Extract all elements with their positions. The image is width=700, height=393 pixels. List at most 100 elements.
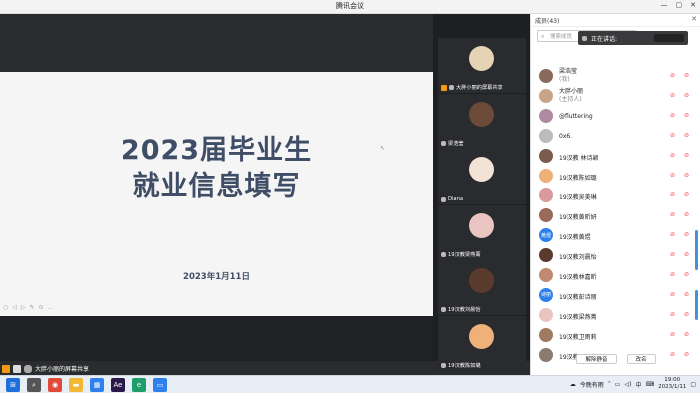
mic-off-icon[interactable]: ⊘ xyxy=(684,92,689,99)
maximize-button[interactable]: ▢ xyxy=(676,1,683,9)
video-tile[interactable]: 梁浩莹 xyxy=(438,93,526,149)
volume-icon[interactable]: ◁) xyxy=(624,381,631,388)
member-name: 梁浩莹 (我) xyxy=(559,68,577,84)
up-arrow-icon[interactable]: ˄ xyxy=(608,381,611,388)
video-tile[interactable]: Diana xyxy=(438,149,526,204)
slide-title-line1: 2023届毕业生 xyxy=(120,135,313,166)
zoom-tool-icon[interactable]: ⊙ xyxy=(39,304,44,311)
rename-button[interactable]: 改名 xyxy=(626,354,656,364)
member-name: 19汉教陈如璐 xyxy=(559,173,597,182)
share-status-bar[interactable]: 大胖小丽的屏幕共享 xyxy=(0,363,140,374)
member-row[interactable]: 19汉教刘晨怡 ⊘ ⊘ xyxy=(531,245,700,265)
mic-off-icon[interactable]: ⊘ xyxy=(684,331,689,338)
member-name: 19汉教吴美琳 xyxy=(559,192,597,201)
avatar xyxy=(469,323,494,349)
member-row[interactable]: 19汉教黄昕妍 ⊘ ⊘ xyxy=(531,205,700,225)
avatar xyxy=(539,69,553,83)
panel-scrollbar-handle[interactable] xyxy=(695,290,698,320)
member-name-text: 19汉教林嘉昕 xyxy=(559,274,597,281)
member-row[interactable]: 19汉教林嘉昕 ⊘ ⊘ xyxy=(531,265,700,285)
weather-icon: ☁ xyxy=(569,380,576,388)
next-slide-icon[interactable]: ▷ xyxy=(21,304,26,311)
member-row[interactable]: 19汉教卫雨莉 ⊘ ⊘ xyxy=(531,325,700,345)
premiere-icon[interactable]: Ae xyxy=(111,378,125,392)
member-row[interactable]: 19汉教 林诗颖 ⊘ ⊘ xyxy=(531,146,700,166)
member-name: 19汉教黄昕妍 xyxy=(559,212,597,221)
minimize-button[interactable]: — xyxy=(661,1,668,9)
mic-off-icon[interactable]: ⊘ xyxy=(684,191,689,198)
member-name: 19汉教刘晨怡 xyxy=(559,252,597,261)
slide-toolbar: ○ ◁ ▷ ✎ ⊙ … xyxy=(3,304,54,311)
mic-off-icon[interactable]: ⊘ xyxy=(684,172,689,179)
shared-slide: 2023届毕业生 就业信息填写 2023年1月11日 ○ ◁ ▷ ✎ ⊙ … ↖ xyxy=(0,72,433,316)
panel-scrollbar[interactable] xyxy=(695,230,698,270)
camera-off-icon[interactable]: ⊘ xyxy=(670,172,675,179)
video-tile[interactable]: 19汉教梁燕菁 xyxy=(438,204,526,260)
camera-off-icon[interactable]: ⊘ xyxy=(670,92,675,99)
camera-off-icon[interactable]: ⊘ xyxy=(670,311,675,318)
network-icon[interactable]: ▭ xyxy=(615,381,621,388)
mic-off-icon[interactable]: ⊘ xyxy=(684,251,689,258)
member-row[interactable]: 0x6. ⊘ ⊘ xyxy=(531,126,700,146)
camera-off-icon[interactable]: ⊘ xyxy=(670,191,675,198)
video-label: 19汉教刘晨怡 xyxy=(441,306,481,313)
avatar xyxy=(539,188,553,203)
avatar xyxy=(469,101,494,127)
explorer-icon[interactable]: ▬ xyxy=(69,378,83,392)
clock[interactable]: 19:00 2023/1/11 xyxy=(658,377,686,391)
mic-off-icon[interactable]: ⊘ xyxy=(684,132,689,139)
mic-off-icon[interactable]: ⊘ xyxy=(684,231,689,238)
notification-icon[interactable]: ▢ xyxy=(690,381,696,388)
edge-icon[interactable]: e xyxy=(132,378,146,392)
member-row[interactable]: 大胖小丽 (主持人) ⊘ ⊘ xyxy=(531,86,700,106)
close-button[interactable]: ✕ xyxy=(690,1,696,9)
unmute-button[interactable]: 解除静音 xyxy=(576,354,617,364)
camera-off-icon[interactable]: ⊘ xyxy=(670,331,675,338)
member-name-text: 19汉教吴美琳 xyxy=(559,194,597,202)
window-title: 腾讯会议 xyxy=(336,2,364,10)
camera-off-icon[interactable]: ⊘ xyxy=(670,132,675,139)
mic-off-icon[interactable]: ⊘ xyxy=(684,112,689,119)
panel-close-icon[interactable]: ✕ xyxy=(691,15,697,23)
camera-off-icon[interactable]: ⊘ xyxy=(670,152,675,159)
video-tile[interactable]: 19汉教陈如璐 xyxy=(438,315,526,371)
mic-off-icon[interactable]: ⊘ xyxy=(684,271,689,278)
store-icon[interactable]: ▦ xyxy=(90,378,104,392)
mic-off-icon[interactable]: ⊘ xyxy=(684,152,689,159)
mic-off-icon[interactable]: ⊘ xyxy=(684,311,689,318)
member-row[interactable]: @fluttering ⊘ ⊘ xyxy=(531,106,700,126)
pointer-tool-icon[interactable]: ○ xyxy=(3,304,8,311)
keyboard-icon[interactable]: ⌨ xyxy=(645,381,654,388)
mic-off-icon[interactable]: ⊘ xyxy=(684,291,689,298)
camera-off-icon[interactable]: ⊘ xyxy=(670,271,675,278)
start-icon[interactable]: ⊞ xyxy=(6,378,20,392)
avatar xyxy=(539,307,553,322)
video-tile[interactable]: 大胖小丽的屏幕共享 xyxy=(438,38,526,93)
camera-off-icon[interactable]: ⊘ xyxy=(670,251,675,258)
search-icon[interactable]: ⌕ xyxy=(27,378,41,392)
speaker-name-blur xyxy=(654,34,684,42)
mic-off-icon[interactable]: ⊘ xyxy=(684,211,689,218)
camera-off-icon[interactable]: ⊘ xyxy=(670,231,675,238)
meeting-icon[interactable]: ▭ xyxy=(153,378,167,392)
more-tools-icon[interactable]: … xyxy=(48,304,54,311)
member-row[interactable]: 19汉教吴美琳 ⊘ ⊘ xyxy=(531,185,700,205)
member-row[interactable]: 梁浩莹 (我) ⊘ ⊘ xyxy=(531,66,700,86)
ime-indicator[interactable]: 中 xyxy=(635,380,641,389)
camera-off-icon[interactable]: ⊘ xyxy=(670,291,675,298)
prev-slide-icon[interactable]: ◁ xyxy=(12,304,17,311)
weather-text[interactable]: 今晚有雨 xyxy=(580,380,604,389)
video-tile[interactable]: 19汉教刘晨怡 xyxy=(438,260,526,315)
mic-off-icon[interactable]: ⊘ xyxy=(684,72,689,79)
camera-off-icon[interactable]: ⊘ xyxy=(670,112,675,119)
camera-off-icon[interactable]: ⊘ xyxy=(670,72,675,79)
chrome-icon[interactable]: ◉ xyxy=(48,378,62,392)
pen-tool-icon[interactable]: ✎ xyxy=(30,304,35,311)
member-row[interactable]: 诗丽 19汉教彭诗丽 ⊘ ⊘ xyxy=(531,285,700,305)
avatar xyxy=(539,327,553,342)
member-row[interactable]: 19汉教陈如璐 ⊘ ⊘ xyxy=(531,166,700,186)
avatar xyxy=(539,168,553,183)
member-row[interactable]: 黄煜 19汉教黄煜 ⊘ ⊘ xyxy=(531,225,700,245)
member-row[interactable]: 19汉教梁燕菁 ⊘ ⊘ xyxy=(531,305,700,325)
camera-off-icon[interactable]: ⊘ xyxy=(670,211,675,218)
